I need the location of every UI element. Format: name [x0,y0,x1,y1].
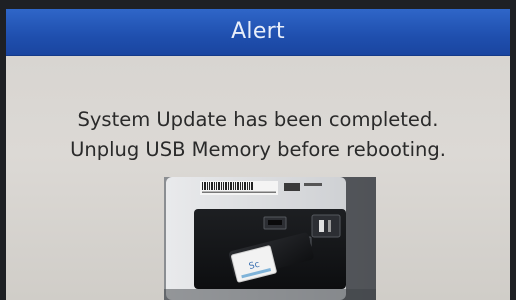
alert-title-bar: Alert [6,9,510,56]
alert-message: System Update has been completed. Unplug… [6,105,510,165]
device-bezel-right [510,0,516,300]
device-screen: Alert System Update has been completed. … [6,9,510,300]
usb-device-photo: Sc [164,177,376,300]
usb-device-illustration: Sc [164,177,376,300]
alert-title: Alert [231,19,285,44]
device-bezel-top [0,0,516,9]
alert-message-line-2: Unplug USB Memory before rebooting. [70,138,446,161]
power-switch [311,214,341,238]
alert-message-line-1: System Update has been completed. [77,108,439,131]
